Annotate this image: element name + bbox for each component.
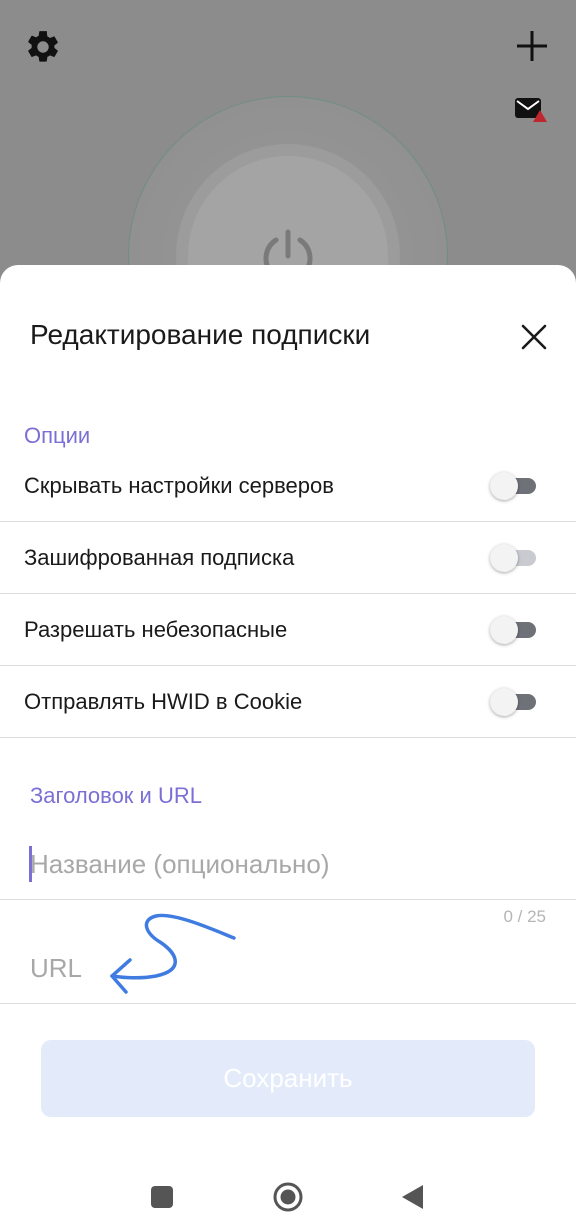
name-input[interactable]: [30, 842, 530, 886]
option-row-hide-server-settings: Скрывать настройки серверов: [0, 450, 576, 522]
options-section-label: Опции: [24, 423, 91, 448]
hide-server-settings-toggle[interactable]: [490, 471, 536, 501]
option-label: Разрешать небезопасные: [24, 616, 288, 642]
edit-subscription-sheet: Редактирование подписки Опции Скрывать н…: [0, 265, 576, 1231]
sheet-title: Редактирование подписки: [30, 319, 371, 350]
encrypted-subscription-toggle[interactable]: [490, 543, 536, 573]
option-row-allow-insecure: Разрешать небезопасные: [0, 594, 576, 666]
name-field: [0, 828, 576, 900]
close-button[interactable]: [516, 319, 552, 355]
option-row-encrypted-subscription: Зашифрованная подписка: [0, 522, 576, 594]
option-label: Отправлять HWID в Cookie: [24, 688, 303, 714]
background-app: [0, 0, 576, 300]
triangle-back-icon[interactable]: [401, 1184, 425, 1210]
plus-icon[interactable]: [514, 28, 550, 64]
system-nav-bar: [0, 1160, 576, 1231]
mail-alert-icon[interactable]: [514, 96, 548, 124]
option-label: Зашифрованная подписка: [24, 544, 295, 570]
allow-insecure-toggle[interactable]: [490, 615, 536, 645]
circle-icon[interactable]: [272, 1181, 304, 1213]
close-icon: [521, 324, 547, 350]
save-button[interactable]: Сохранить: [41, 1040, 535, 1117]
gear-icon[interactable]: [24, 28, 62, 66]
option-label: Скрывать настройки серверов: [24, 472, 334, 498]
square-icon[interactable]: [151, 1186, 173, 1208]
send-hwid-cookie-toggle[interactable]: [490, 687, 536, 717]
option-row-send-hwid-cookie: Отправлять HWID в Cookie: [0, 666, 576, 738]
name-char-counter: 0 / 25: [503, 907, 546, 926]
annotation-arrow-icon: [110, 913, 236, 994]
title-url-section-label: Заголовок и URL: [30, 783, 202, 808]
url-field: [0, 932, 576, 1004]
